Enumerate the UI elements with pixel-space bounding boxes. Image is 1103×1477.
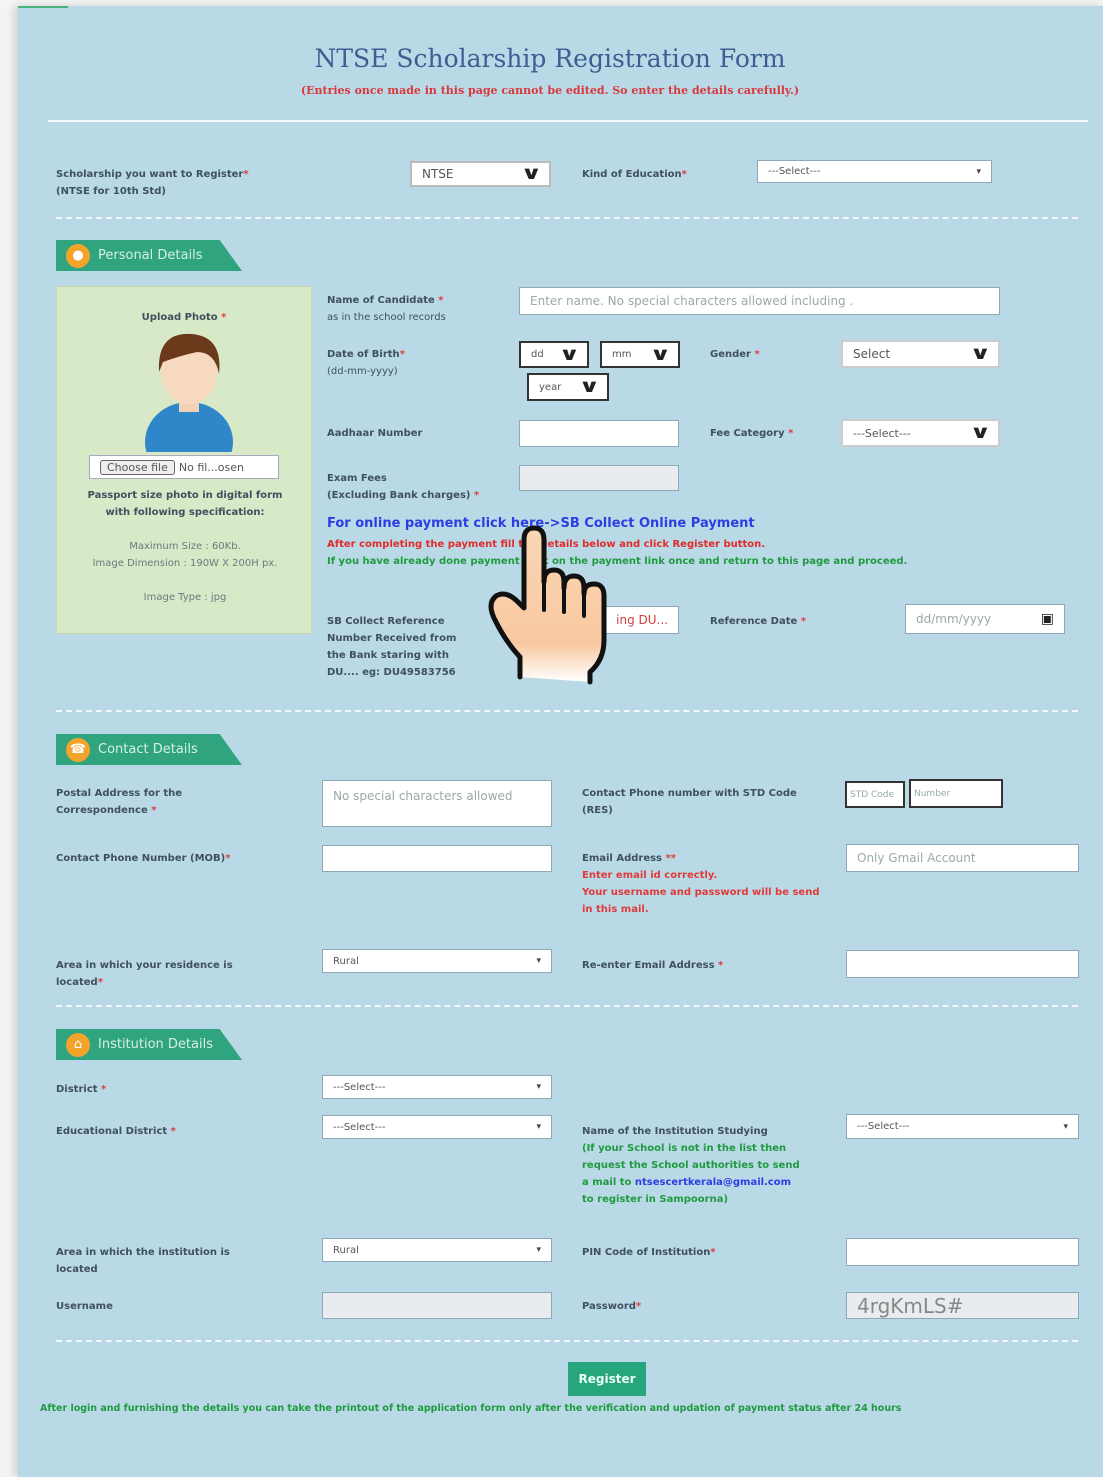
section-divider xyxy=(56,710,1078,712)
fee-category-select[interactable]: ---Select--- ∨ xyxy=(841,419,1000,447)
dob-day-select[interactable]: dd ∨ xyxy=(519,341,589,368)
chevron-down-icon: ∨ xyxy=(558,343,581,365)
chevron-down-icon: ∨ xyxy=(578,376,601,397)
residence-area-select[interactable]: Rural ▾ xyxy=(322,949,552,973)
mobile-label: Contact Phone Number (MOB)* xyxy=(56,853,231,864)
chevron-down-icon: ▾ xyxy=(976,166,981,177)
photo-spec-title: Passport size photo in digital form with… xyxy=(87,490,283,518)
photo-file-input[interactable]: Choose file No fil...osen xyxy=(89,455,279,479)
chevron-down-icon: ▾ xyxy=(1063,1121,1068,1132)
educational-district-select[interactable]: ---Select--- ▾ xyxy=(322,1115,552,1139)
photo-upload-panel: Upload Photo * Choose file No fil...osen … xyxy=(56,286,312,634)
chevron-down-icon: ▾ xyxy=(536,1082,541,1092)
educational-district-label: Educational District * xyxy=(56,1126,176,1137)
mobile-input[interactable] xyxy=(322,845,552,872)
reference-date-input[interactable]: dd/mm/yyyy ▣ xyxy=(905,604,1065,634)
aadhaar-input[interactable] xyxy=(519,420,679,447)
section-divider xyxy=(56,1005,1078,1007)
district-label: District * xyxy=(56,1084,107,1095)
scholarship-label: Scholarship you want to Register* (NTSE f… xyxy=(56,169,249,197)
photo-spec-type: Image Type : jpg xyxy=(143,592,227,603)
username-label: Username xyxy=(56,1301,113,1312)
institution-icon: ⌂ xyxy=(66,1032,90,1057)
password-label: Password* xyxy=(582,1301,642,1312)
email-label-block: Email Address ** Enter email id correctl… xyxy=(582,853,820,915)
dob-label: Date of Birth* (dd-mm-yyyy) xyxy=(327,349,405,377)
personal-details-tab: ● Personal Details xyxy=(56,240,242,271)
kind-of-education-select[interactable]: ---Select--- ▾ xyxy=(757,160,992,183)
aadhaar-label: Aadhaar Number xyxy=(327,428,423,439)
chevron-down-icon: ∨ xyxy=(969,343,992,364)
choose-file-button[interactable]: Choose file xyxy=(100,459,175,475)
dob-month-select[interactable]: mm ∨ xyxy=(600,341,680,368)
institution-area-select[interactable]: Rural ▾ xyxy=(322,1238,552,1262)
reenter-email-label: Re-enter Email Address * xyxy=(582,960,724,971)
chevron-down-icon: ∨ xyxy=(969,422,992,443)
kind-of-education-label: Kind of Education* xyxy=(582,169,687,180)
pin-code-label: PIN Code of Institution* xyxy=(582,1247,716,1258)
chevron-down-icon: ▾ xyxy=(536,1245,541,1255)
pin-code-input[interactable] xyxy=(846,1238,1079,1266)
contact-icon: ☎ xyxy=(66,737,90,762)
username-input xyxy=(322,1292,552,1319)
candidate-name-label: Name of Candidate * as in the school reco… xyxy=(327,295,446,323)
postal-address-label: Postal Address for the Correspondence * xyxy=(56,788,183,816)
photo-spec-size: Maximum Size : 60Kb. xyxy=(129,541,241,552)
sb-reference-label: SB Collect Reference Number Received fro… xyxy=(327,616,457,678)
fee-category-label: Fee Category * xyxy=(710,428,794,439)
page-warning: (Entries once made in this page cannot b… xyxy=(300,84,800,97)
register-button[interactable]: Register xyxy=(568,1362,646,1396)
phone-std-label: Contact Phone number with STD Code (RES) xyxy=(582,788,797,816)
residence-area-label: Area in which your residence is located* xyxy=(56,960,233,988)
gender-select[interactable]: Select ∨ xyxy=(841,340,1000,368)
top-accent-line xyxy=(18,6,68,8)
chevron-down-icon: ∨ xyxy=(649,343,672,365)
email-input[interactable]: Only Gmail Account xyxy=(846,844,1079,872)
chevron-down-icon: ∨ xyxy=(520,163,543,184)
chevron-down-icon: ▾ xyxy=(536,1122,541,1132)
exam-fees-input xyxy=(519,465,679,491)
hand-pointer-icon xyxy=(488,525,607,685)
person-icon: ● xyxy=(66,243,90,268)
page-title: NTSE Scholarship Registration Form xyxy=(314,44,786,73)
phone-number-input[interactable]: Number xyxy=(909,779,1003,808)
photo-spec-dimension: Image Dimension : 190W X 200H px. xyxy=(92,558,278,569)
section-divider xyxy=(56,217,1078,219)
institution-area-label: Area in which the institution is located xyxy=(56,1247,230,1275)
calendar-icon[interactable]: ▣ xyxy=(1041,611,1054,627)
footer-note: After login and furnishing the details y… xyxy=(40,1403,902,1414)
header-divider xyxy=(48,120,1088,122)
std-code-input[interactable]: STD Code xyxy=(845,781,905,808)
password-captcha-display: 4rgKmLS# xyxy=(846,1292,1079,1319)
candidate-name-input[interactable]: Enter name. No special characters allowe… xyxy=(519,287,1000,315)
avatar-placeholder-icon xyxy=(145,333,233,452)
chevron-down-icon: ▾ xyxy=(536,956,541,966)
exam-fees-label: Exam Fees (Excluding Bank charges) * xyxy=(327,473,480,501)
postal-address-input[interactable]: No special characters allowed xyxy=(322,780,552,827)
institution-details-tab: ⌂ Institution Details xyxy=(56,1029,242,1060)
gender-label: Gender * xyxy=(710,349,760,360)
scholarship-select[interactable]: NTSE ∨ xyxy=(410,161,551,187)
district-select[interactable]: ---Select--- ▾ xyxy=(322,1075,552,1099)
institution-name-label: Name of the Institution Studying (If you… xyxy=(582,1126,800,1205)
reenter-email-input[interactable] xyxy=(846,950,1079,978)
dob-year-select[interactable]: year ∨ xyxy=(527,373,609,401)
institution-select[interactable]: ---Select--- ▾ xyxy=(846,1114,1079,1139)
reference-date-label: Reference Date * xyxy=(710,616,806,627)
contact-details-tab: ☎ Contact Details xyxy=(56,734,242,765)
section-divider xyxy=(56,1340,1078,1342)
